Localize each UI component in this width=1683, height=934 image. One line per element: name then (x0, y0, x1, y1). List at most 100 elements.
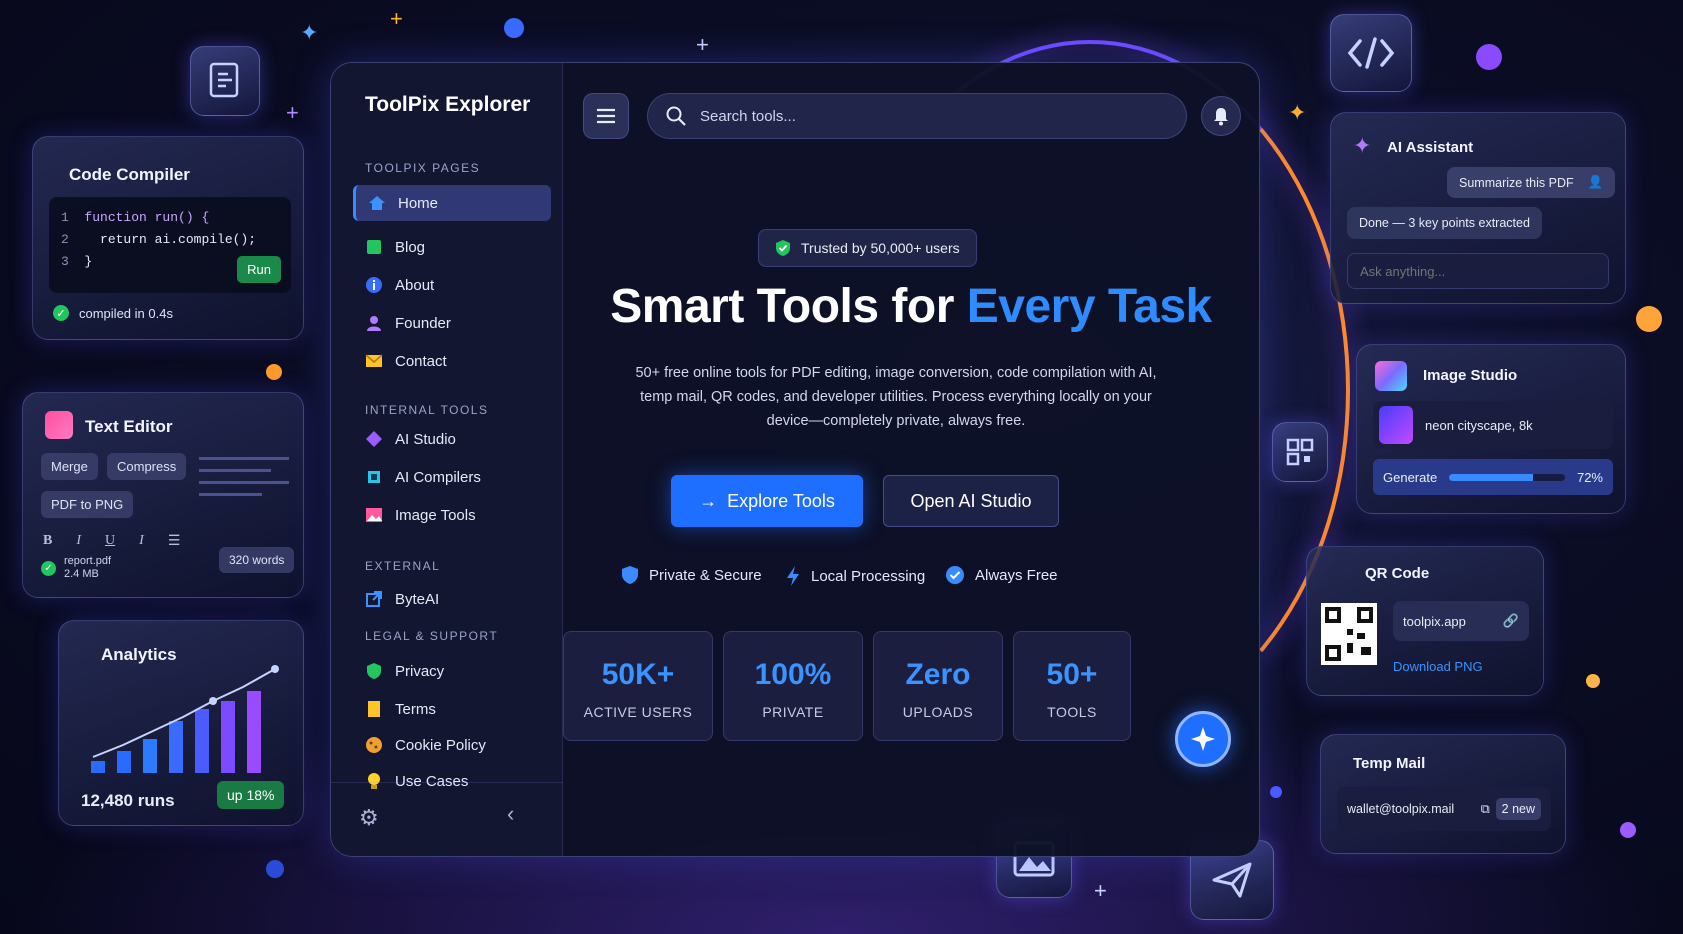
italic-button[interactable]: I (76, 533, 81, 550)
sidebar-item-label: AI Compilers (395, 468, 481, 486)
file-info: ✓ report.pdf 2.4 MB (41, 555, 111, 581)
decorative-dot (504, 18, 524, 38)
compile-status: ✓ compiled in 0.4s (53, 305, 173, 321)
decorative-dot (1270, 786, 1282, 798)
stat-label: PRIVATE (762, 704, 824, 720)
sidebar-item-label: Contact (395, 352, 447, 370)
image-icon (365, 506, 383, 524)
code-icon-tile[interactable] (1330, 14, 1412, 92)
ai-assistant-card[interactable]: ✦ AI Assistant Summarize this PDF 👤 Done… (1330, 112, 1626, 304)
sidebar-item-label: Cookie Policy (395, 736, 486, 754)
feature-free: Always Free (945, 565, 1058, 585)
ai-studio-icon (365, 430, 383, 448)
sidebar-item-contact[interactable]: Contact (353, 343, 551, 379)
section-label: EXTERNAL (365, 559, 441, 573)
chart-bar (117, 751, 131, 773)
trust-badge-text: Trusted by 50,000+ users (801, 240, 960, 256)
main-content: Trusted by 50,000+ users Smart Tools for… (563, 63, 1259, 856)
analytics-card[interactable]: Analytics 12,480 runs up 18% (58, 620, 304, 826)
lightning-icon (787, 566, 799, 586)
text-editor-card[interactable]: Text Editor Merge Compress PDF to PNG B … (22, 392, 304, 598)
card-title: Code Compiler (69, 165, 190, 184)
progress-percent: 72% (1576, 469, 1603, 485)
document-code-icon (209, 62, 239, 98)
shield-icon (622, 566, 638, 584)
list-icon[interactable]: ☰ (168, 533, 181, 550)
sidebar-item-home[interactable]: Home (353, 185, 551, 221)
card-title: Text Editor (85, 417, 173, 436)
code-line: } (84, 254, 93, 269)
sidebar-item-ai-studio[interactable]: AI Studio (353, 421, 551, 457)
collapse-chevron-icon[interactable]: ‹ (507, 801, 514, 827)
sidebar-item-label: Home (398, 194, 439, 212)
temp-mail-card[interactable]: Temp Mail wallet@toolpix.mail ⧉ 2 new (1320, 734, 1566, 854)
ask-input[interactable] (1347, 253, 1609, 289)
chip-icon (365, 468, 383, 486)
card-title: QR Code (1365, 565, 1430, 582)
sidebar-item-founder[interactable]: Founder (353, 305, 551, 341)
sidebar-item-blog[interactable]: Blog (353, 229, 551, 265)
code-compiler-card[interactable]: Code Compiler 1 function run() { 2 retur… (32, 136, 304, 340)
compress-chip[interactable]: Compress (107, 453, 187, 480)
hero-title-accent: Every Task (966, 280, 1212, 333)
decorative-dot (1476, 44, 1502, 70)
format-toolbar: B I U I ☰ (43, 533, 180, 550)
text-lines-preview (199, 457, 289, 496)
prompt-text: neon cityscape, 8k (1425, 417, 1533, 433)
run-button[interactable]: Run (237, 256, 281, 283)
italic-alt-button[interactable]: I (139, 533, 144, 550)
home-icon (368, 194, 386, 212)
sidebar-item-cookie-policy[interactable]: Cookie Policy (353, 727, 551, 763)
feature-label: Always Free (975, 566, 1058, 584)
underline-button[interactable]: U (105, 533, 115, 550)
document-code-icon-tile[interactable] (190, 46, 260, 116)
sidebar-item-about[interactable]: About (353, 267, 551, 303)
qr-url-field[interactable]: toolpix.app 🔗 (1393, 601, 1529, 641)
qr-icon-tile[interactable] (1272, 422, 1328, 482)
progress-track (1449, 473, 1565, 481)
app-title: ToolPix Explorer (365, 93, 531, 116)
sparkle-icon: + (390, 6, 403, 31)
check-icon: ✓ (41, 560, 56, 576)
sidebar-item-label: Terms (395, 700, 436, 718)
external-link-icon (365, 590, 383, 608)
generate-bar[interactable]: Generate 72% (1373, 459, 1613, 495)
shield-icon (365, 662, 383, 680)
sidebar-item-byteai[interactable]: ByteAI (353, 581, 551, 617)
download-png-link[interactable]: Download PNG (1393, 659, 1483, 674)
sidebar-item-privacy[interactable]: Privacy (353, 653, 551, 689)
trend-point (271, 665, 279, 673)
stat-value: Zero (905, 658, 971, 691)
bold-button[interactable]: B (43, 533, 52, 550)
stat-label: UPLOADS (902, 704, 974, 720)
merge-chip[interactable]: Merge (41, 453, 98, 480)
pdf-to-png-chip[interactable]: PDF to PNG (41, 491, 134, 518)
ai-assistant-fab[interactable] (1175, 711, 1231, 767)
prompt-field[interactable]: neon cityscape, 8k (1373, 401, 1613, 449)
stat-card: 50+ TOOLS (1013, 631, 1131, 741)
qr-code-card[interactable]: QR Code toolpix.app 🔗 Download PNG (1306, 546, 1544, 696)
sidebar-item-image-tools[interactable]: Image Tools (353, 497, 551, 533)
app-window: ToolPix Explorer TOOLPIX PAGES Home Blog… (330, 62, 1260, 857)
link-icon: 🔗 (1502, 613, 1519, 628)
sparkle-icon: ✦ (300, 20, 319, 45)
image-studio-icon (1375, 361, 1407, 391)
cookie-icon (365, 736, 383, 754)
sidebar-item-terms[interactable]: Terms (353, 691, 551, 727)
code-icon (1347, 37, 1395, 69)
open-ai-studio-button[interactable]: Open AI Studio (883, 475, 1059, 527)
analytics-bar-chart (91, 665, 279, 773)
sidebar-item-ai-compilers[interactable]: AI Compilers (353, 459, 551, 495)
check-icon: ✓ (53, 305, 69, 321)
user-message: Summarize this PDF 👤 (1447, 167, 1616, 198)
sidebar: ToolPix Explorer TOOLPIX PAGES Home Blog… (331, 63, 563, 856)
explore-tools-button[interactable]: → Explore Tools (671, 475, 863, 527)
status-text: compiled in 0.4s (79, 305, 173, 321)
hero-title: Smart Tools for Every Task (563, 279, 1259, 334)
code-block[interactable]: 1 function run() { 2 return ai.compile()… (49, 197, 291, 293)
mail-address-field[interactable]: wallet@toolpix.mail ⧉ 2 new (1337, 787, 1551, 831)
copy-icon[interactable]: ⧉ (1481, 802, 1490, 817)
image-studio-card[interactable]: Image Studio neon cityscape, 8k Generate… (1356, 344, 1626, 514)
sidebar-item-label: Founder (395, 314, 451, 332)
gear-icon[interactable]: ⚙ (359, 805, 379, 831)
